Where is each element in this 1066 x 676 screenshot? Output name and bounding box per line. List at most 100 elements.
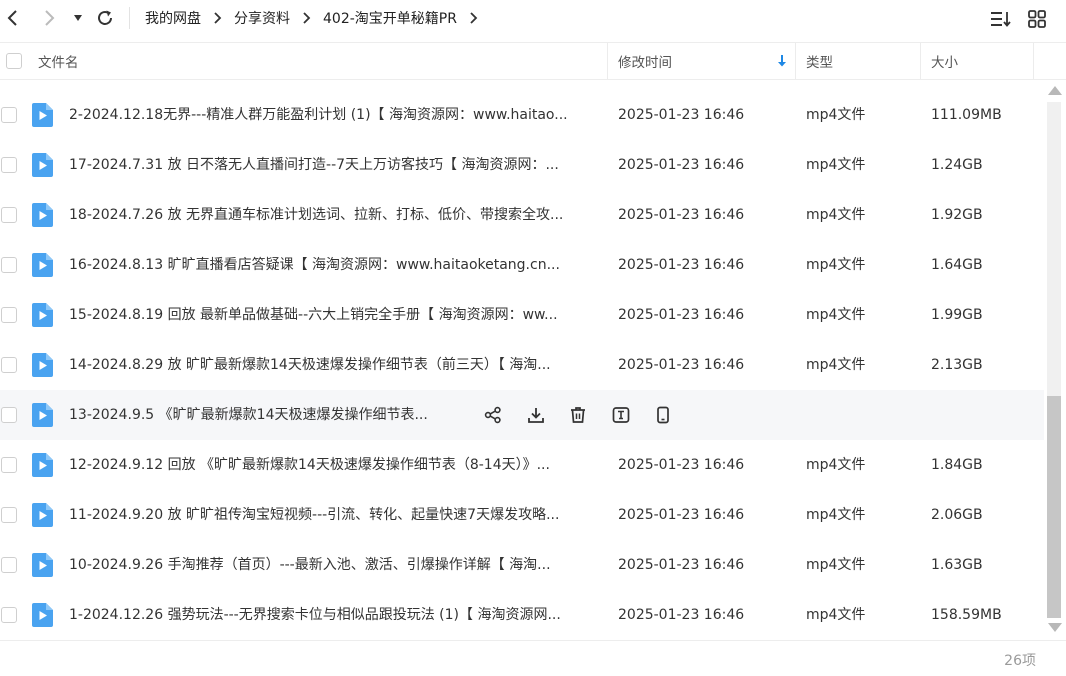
column-name[interactable]: 文件名 (38, 43, 79, 79)
video-file-icon (32, 153, 53, 177)
download-button[interactable] (525, 404, 547, 426)
video-file-icon (32, 303, 53, 327)
file-size: 2.13GB (931, 357, 983, 373)
row-checkbox[interactable] (1, 307, 17, 323)
vertical-scrollbar[interactable] (1044, 82, 1066, 638)
file-type: mp4文件 (806, 557, 866, 573)
file-name[interactable]: 16-2024.8.13 旷旷直播看店答疑课【 海淘资源网：www.haitao… (69, 240, 599, 290)
column-size[interactable]: 大小 (931, 43, 958, 79)
table-row[interactable]: 11-2024.9.20 放 旷旷祖传淘宝短视频---引流、转化、起量快速7天爆… (0, 490, 1044, 540)
file-name[interactable]: 12-2024.9.12 回放 《旷旷最新爆款14天极速爆发操作细节表（8-14… (69, 440, 599, 490)
video-file-icon (32, 203, 53, 227)
row-checkbox[interactable] (1, 507, 17, 523)
scroll-up-arrow-icon[interactable] (1048, 86, 1062, 95)
select-all-checkbox[interactable] (6, 43, 22, 79)
file-name[interactable]: 15-2024.8.19 回放 最新单品做基础--六大上销完全手册【 海淘资源网… (69, 290, 599, 340)
grid-view-button[interactable] (1026, 8, 1048, 30)
file-name[interactable]: 10-2024.9.26 手淘推荐（首页）---最新入池、激活、引爆操作详解【 … (69, 540, 599, 590)
back-button[interactable] (2, 6, 24, 30)
history-dropdown-button[interactable] (70, 6, 86, 30)
sort-button[interactable] (990, 8, 1012, 30)
column-header: 文件名 修改时间 类型 大小 (0, 42, 1066, 80)
file-size: 1.63GB (931, 557, 983, 573)
column-divider (920, 43, 921, 79)
file-name[interactable]: 18-2024.7.26 放 无界直通车标准计划选词、拉新、打标、低价、带搜索全… (69, 190, 599, 240)
video-file-icon (32, 503, 53, 527)
file-name[interactable]: 13-2024.9.5 《旷旷最新爆款14天极速爆发操作细节表... (69, 390, 451, 440)
grid-view-icon (1028, 10, 1046, 28)
share-button[interactable] (482, 404, 504, 426)
rename-button[interactable] (610, 404, 632, 426)
row-checkbox[interactable] (1, 607, 17, 623)
file-size: 1.24GB (931, 157, 983, 173)
breadcrumb-item-my-drive[interactable]: 我的网盘 (145, 8, 201, 28)
file-date: 2025-01-23 16:46 (618, 307, 745, 323)
item-count: 26项 (1004, 653, 1036, 669)
refresh-button[interactable] (93, 6, 117, 30)
table-row[interactable]: 17-2024.7.31 放 日不落无人直播间打造--7天上万访客技巧【 海淘资… (0, 140, 1044, 190)
file-date: 2025-01-23 16:46 (618, 607, 745, 623)
table-row[interactable]: 18-2024.7.26 放 无界直通车标准计划选词、拉新、打标、低价、带搜索全… (0, 190, 1044, 240)
file-type: mp4文件 (806, 157, 866, 173)
forward-button[interactable] (38, 6, 60, 30)
file-name[interactable]: 1-2024.12.26 强势玩法---无界搜索卡位与相似品跟投玩法 (1)【 … (69, 590, 599, 640)
table-row-hovered[interactable]: 13-2024.9.5 《旷旷最新爆款14天极速爆发操作细节表... (0, 390, 1044, 440)
caret-down-icon (74, 15, 82, 21)
chevron-right-icon[interactable] (469, 11, 478, 25)
row-checkbox[interactable] (1, 207, 17, 223)
row-checkbox[interactable] (1, 257, 17, 273)
column-divider (795, 43, 796, 79)
file-date: 2025-01-23 16:46 (618, 207, 745, 223)
column-type[interactable]: 类型 (806, 43, 833, 79)
row-checkbox[interactable] (1, 557, 17, 573)
row-checkbox[interactable] (1, 107, 17, 123)
row-checkbox[interactable] (1, 407, 17, 423)
sort-desc-arrow-icon[interactable] (776, 43, 788, 79)
file-type: mp4文件 (806, 607, 866, 623)
send-to-phone-button[interactable] (652, 404, 674, 426)
file-type: mp4文件 (806, 107, 866, 123)
breadcrumb: 我的网盘 分享资料 402-淘宝开单秘籍PR (145, 0, 490, 36)
send-to-phone-icon (657, 406, 669, 424)
delete-button[interactable] (567, 404, 589, 426)
table-row[interactable]: 15-2024.8.19 回放 最新单品做基础--六大上销完全手册【 海淘资源网… (0, 290, 1044, 340)
column-divider (1033, 43, 1034, 79)
table-row[interactable]: 12-2024.9.12 回放 《旷旷最新爆款14天极速爆发操作细节表（8-14… (0, 440, 1044, 490)
file-size: 1.99GB (931, 307, 983, 323)
row-checkbox[interactable] (1, 157, 17, 173)
row-checkbox[interactable] (1, 457, 17, 473)
breadcrumb-item-current-folder[interactable]: 402-淘宝开单秘籍PR (323, 8, 457, 28)
table-row[interactable]: 10-2024.9.26 手淘推荐（首页）---最新入池、激活、引爆操作详解【 … (0, 540, 1044, 590)
toolbar-divider (129, 7, 130, 29)
refresh-icon (98, 10, 112, 25)
file-size: 1.92GB (931, 207, 983, 223)
file-name[interactable]: 11-2024.9.20 放 旷旷祖传淘宝短视频---引流、转化、起量快速7天爆… (69, 490, 599, 540)
sort-list-icon (991, 12, 1011, 27)
file-name[interactable]: 14-2024.8.29 放 旷旷最新爆款14天极速爆发操作细节表（前三天）【 … (69, 340, 599, 390)
table-row[interactable]: 1-2024.12.26 强势玩法---无界搜索卡位与相似品跟投玩法 (1)【 … (0, 590, 1044, 640)
scroll-down-arrow-icon[interactable] (1048, 623, 1062, 632)
trash-icon (571, 407, 585, 423)
file-type: mp4文件 (806, 357, 866, 373)
file-name[interactable]: 17-2024.7.31 放 日不落无人直播间打造--7天上万访客技巧【 海淘资… (69, 140, 599, 190)
file-name[interactable]: 2-2024.12.18无界---精准人群万能盈利计划 (1)【 海淘资源网：w… (69, 90, 599, 140)
scrollbar-thumb[interactable] (1047, 396, 1061, 618)
file-size: 1.64GB (931, 257, 983, 273)
column-modified[interactable]: 修改时间 (618, 43, 672, 79)
row-checkbox[interactable] (1, 357, 17, 373)
file-date: 2025-01-23 16:46 (618, 557, 745, 573)
table-row[interactable]: 16-2024.8.13 旷旷直播看店答疑课【 海淘资源网：www.haitao… (0, 240, 1044, 290)
breadcrumb-item-shared[interactable]: 分享资料 (234, 8, 290, 28)
table-row[interactable]: 14-2024.8.29 放 旷旷最新爆款14天极速爆发操作细节表（前三天）【 … (0, 340, 1044, 390)
chevron-left-icon (7, 10, 17, 26)
file-type: mp4文件 (806, 207, 866, 223)
file-type: mp4文件 (806, 457, 866, 473)
footer-divider (0, 640, 1066, 641)
table-row[interactable]: 2-2024.12.18无界---精准人群万能盈利计划 (1)【 海淘资源网：w… (0, 90, 1044, 140)
chevron-right-icon (302, 11, 311, 25)
video-file-icon (32, 103, 53, 127)
file-type: mp4文件 (806, 307, 866, 323)
file-type: mp4文件 (806, 507, 866, 523)
file-size: 1.84GB (931, 457, 983, 473)
share-icon (484, 406, 501, 424)
